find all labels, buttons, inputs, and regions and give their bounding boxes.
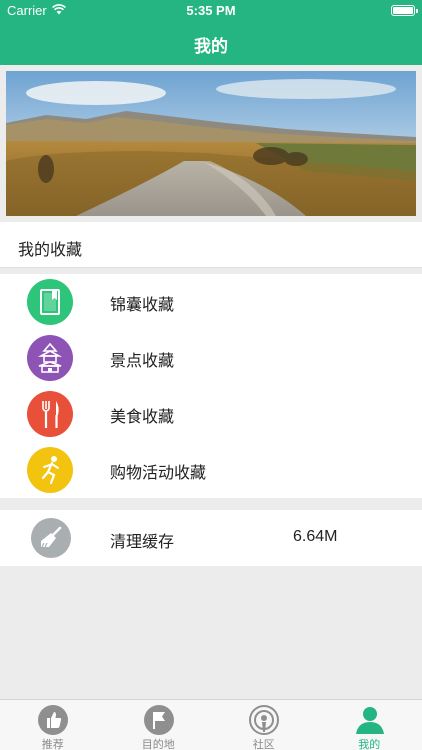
clear-cache-row[interactable]: 清理缓存 6.64M bbox=[0, 510, 422, 566]
landscape-road-image bbox=[6, 71, 416, 216]
running-man-icon bbox=[27, 447, 73, 493]
favorite-item-label: 美食收藏 bbox=[110, 407, 175, 426]
clock: 5:35 PM bbox=[186, 3, 236, 18]
favorite-item-attractions[interactable]: 景点收藏 bbox=[0, 330, 422, 386]
favorite-item-food[interactable]: 美食收藏 bbox=[0, 386, 422, 442]
favorites-list: 锦囊收藏 景点收藏 美食收藏 购物活动收藏 bbox=[0, 274, 422, 498]
book-icon bbox=[27, 279, 73, 325]
banner bbox=[0, 65, 422, 222]
tab-label: 目的地 bbox=[141, 738, 175, 750]
status-bar: Carrier 5:35 PM bbox=[0, 0, 422, 22]
favorites-section-title: 我的收藏 bbox=[18, 240, 83, 259]
favorite-item-label: 锦囊收藏 bbox=[110, 295, 175, 314]
thumbs-up-icon bbox=[37, 704, 69, 740]
battery-icon bbox=[391, 5, 418, 16]
cache-size-value: 6.64M bbox=[293, 528, 338, 545]
podcast-icon bbox=[248, 704, 280, 740]
pagoda-icon bbox=[27, 335, 73, 381]
tab-me[interactable]: 我的 bbox=[317, 700, 422, 750]
favorites-section-header: 我的收藏 bbox=[0, 222, 422, 268]
favorite-item-shopping[interactable]: 购物活动收藏 bbox=[0, 442, 422, 498]
tab-label: 我的 bbox=[358, 738, 381, 750]
flag-icon bbox=[143, 704, 175, 740]
clear-cache-label: 清理缓存 bbox=[110, 532, 175, 551]
nav-bar: Carrier 5:35 PM 我的 bbox=[0, 0, 422, 65]
fork-knife-icon bbox=[27, 391, 73, 437]
broom-icon bbox=[31, 518, 71, 558]
tab-label: 社区 bbox=[252, 738, 275, 750]
tab-destination[interactable]: 目的地 bbox=[106, 700, 212, 750]
user-icon bbox=[354, 704, 386, 740]
tab-recommend[interactable]: 推荐 bbox=[0, 700, 106, 750]
favorite-item-label: 购物活动收藏 bbox=[110, 463, 207, 482]
tab-community[interactable]: 社区 bbox=[211, 700, 317, 750]
favorite-item-tips[interactable]: 锦囊收藏 bbox=[0, 274, 422, 330]
tab-label: 推荐 bbox=[41, 738, 64, 750]
tab-bar: 推荐 目的地 社区 我的 bbox=[0, 699, 422, 750]
favorite-item-label: 景点收藏 bbox=[110, 351, 175, 370]
page-title: 我的 bbox=[194, 37, 228, 57]
